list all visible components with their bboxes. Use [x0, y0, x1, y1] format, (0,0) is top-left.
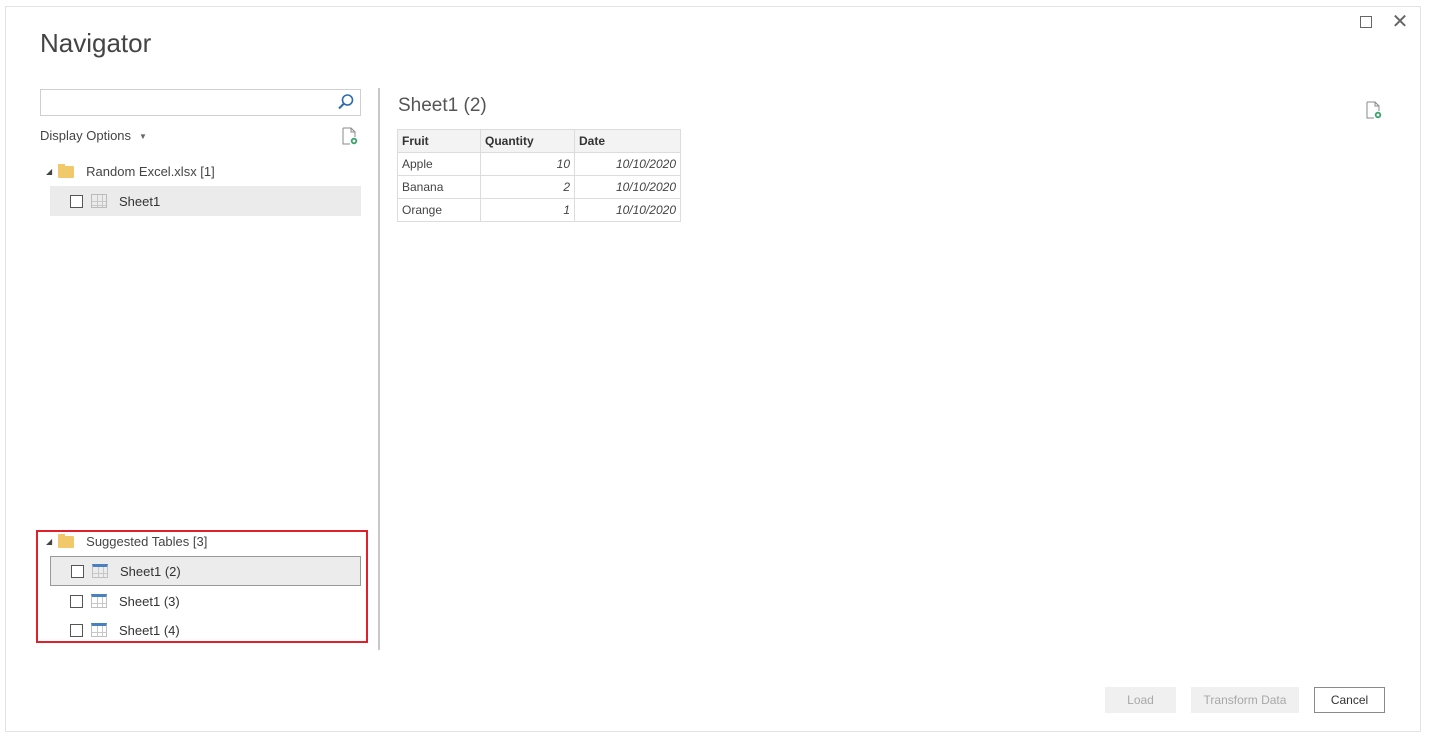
expand-triangle-icon[interactable]: ◢: [46, 167, 52, 176]
column-header: Quantity: [480, 129, 575, 153]
tree-item-sheet1-3[interactable]: Sheet1 (3): [50, 586, 361, 616]
table-row: Orange 1 10/10/2020: [397, 198, 681, 222]
cancel-button[interactable]: Cancel: [1314, 687, 1385, 713]
tree-group-suggested-tables[interactable]: ◢ Suggested Tables [3]: [46, 533, 208, 549]
folder-icon: [58, 533, 75, 548]
display-options-label: Display Options: [40, 128, 132, 143]
tree-item-label: Sheet1: [119, 193, 161, 209]
table-header-row: Fruit Quantity Date: [397, 129, 681, 153]
tree-item-label: Sheet1 (2): [120, 563, 181, 579]
tree-group-label: Suggested Tables [3]: [86, 534, 208, 549]
column-header: Date: [574, 129, 681, 153]
dialog-title: Navigator: [40, 28, 152, 58]
table-icon: [91, 594, 107, 608]
table-cell: 10/10/2020: [574, 198, 681, 222]
tree-group-label: Random Excel.xlsx [1]: [86, 164, 215, 179]
checkbox[interactable]: [70, 194, 83, 208]
transform-data-button[interactable]: Transform Data: [1191, 687, 1299, 713]
maximize-button[interactable]: [1356, 12, 1376, 32]
tree-item-label: Sheet1 (3): [119, 593, 180, 609]
checkbox[interactable]: [70, 623, 83, 637]
table-cell: Orange: [397, 198, 481, 222]
close-button[interactable]: ✕: [1390, 12, 1410, 32]
maximize-icon: [1360, 16, 1372, 28]
table-cell: 1: [480, 198, 575, 222]
table-row: Banana 2 10/10/2020: [397, 175, 681, 199]
display-options-dropdown[interactable]: Display Options ▼: [40, 128, 147, 143]
table-cell: 10/10/2020: [574, 175, 681, 199]
preview-table: Fruit Quantity Date Apple 10 10/10/2020 …: [397, 129, 681, 222]
preview-refresh-icon[interactable]: [1366, 101, 1382, 119]
sheet-icon: [91, 194, 107, 208]
table-icon: [92, 564, 108, 578]
table-cell: 10/10/2020: [574, 152, 681, 176]
expand-triangle-icon[interactable]: ◢: [46, 537, 52, 546]
table-cell: Banana: [397, 175, 481, 199]
table-cell: 2: [480, 175, 575, 199]
close-icon: ✕: [1391, 11, 1409, 33]
tree-item-sheet1-4[interactable]: Sheet1 (4): [50, 615, 361, 645]
preview-title: Sheet1 (2): [398, 95, 487, 116]
tree-item-sheet1-2[interactable]: Sheet1 (2): [50, 556, 361, 586]
table-icon: [91, 623, 107, 637]
column-header: Fruit: [397, 129, 481, 153]
pane-divider[interactable]: [378, 88, 380, 650]
checkbox[interactable]: [70, 594, 83, 608]
search-input[interactable]: [45, 90, 339, 116]
folder-icon: [58, 163, 75, 178]
tree-group-random-excel[interactable]: ◢ Random Excel.xlsx [1]: [46, 163, 215, 179]
table-cell: 10: [480, 152, 575, 176]
tree-item-sheet1[interactable]: Sheet1: [50, 186, 361, 216]
chevron-down-icon: ▼: [139, 132, 147, 142]
tree-item-label: Sheet1 (4): [119, 622, 180, 638]
table-row: Apple 10 10/10/2020: [397, 152, 681, 176]
load-button[interactable]: Load: [1105, 687, 1176, 713]
refresh-icon[interactable]: [342, 127, 358, 145]
search-icon[interactable]: [337, 93, 355, 111]
checkbox[interactable]: [71, 564, 84, 578]
search-box: [40, 89, 361, 116]
table-cell: Apple: [397, 152, 481, 176]
